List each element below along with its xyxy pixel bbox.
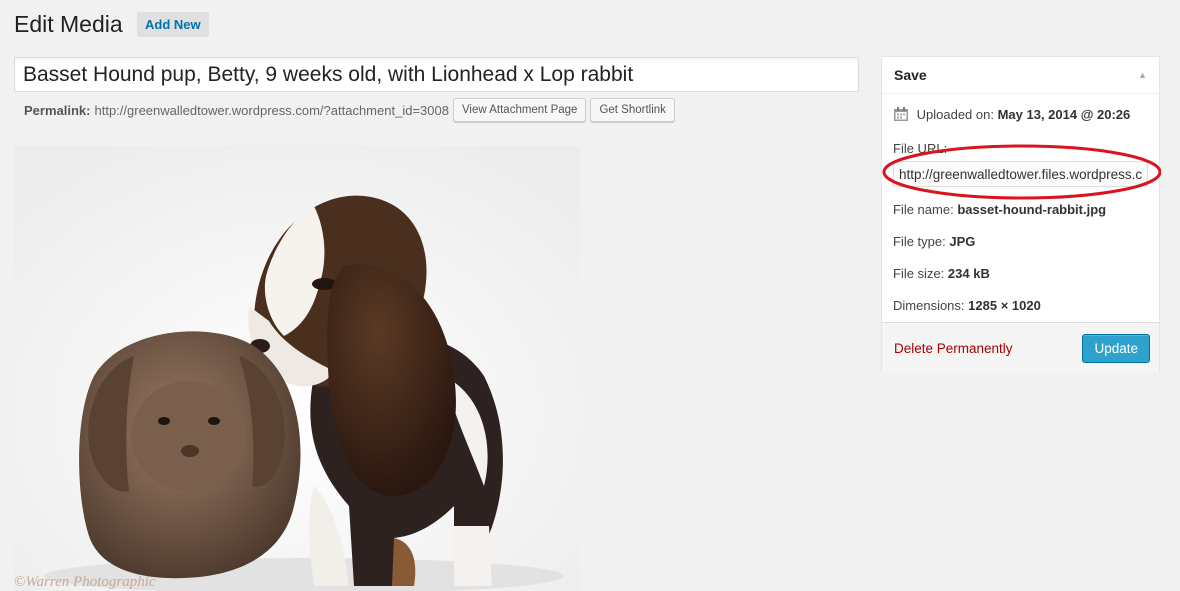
- permalink-label: Permalink:: [24, 102, 91, 118]
- uploaded-row: Uploaded on: May 13, 2014 @ 20:26: [893, 106, 1130, 125]
- file-size-row: File size: 234 kB: [893, 266, 990, 281]
- dimensions-label: Dimensions:: [893, 298, 965, 313]
- uploaded-label: Uploaded on:: [916, 107, 994, 122]
- file-url-field[interactable]: [893, 161, 1148, 187]
- calendar-icon: [893, 106, 909, 125]
- save-panel-header[interactable]: Save ▲: [882, 57, 1159, 94]
- file-type-label: File type:: [893, 234, 946, 249]
- file-name-value: basset-hound-rabbit.jpg: [957, 202, 1107, 217]
- title-input[interactable]: [14, 57, 859, 92]
- file-size-value: 234 kB: [947, 266, 990, 281]
- file-type-value: JPG: [949, 234, 976, 249]
- permalink-bar: Permalink: http://greenwalledtower.wordp…: [24, 98, 675, 122]
- file-name-row: File name: basset-hound-rabbit.jpg: [893, 202, 1106, 217]
- attachment-image: ©Warren Photographic: [14, 146, 580, 591]
- dimensions-value: 1285 × 1020: [968, 298, 1041, 313]
- file-type-row: File type: JPG: [893, 234, 975, 249]
- uploaded-value: May 13, 2014 @ 20:26: [997, 107, 1131, 122]
- watermark-text: ©Warren Photographic: [14, 574, 156, 590]
- page-title: Edit Media: [14, 11, 123, 37]
- view-attachment-page-button[interactable]: View Attachment Page: [452, 98, 587, 122]
- add-new-button[interactable]: Add New: [137, 12, 209, 37]
- collapse-arrow-icon[interactable]: ▲: [1138, 70, 1147, 80]
- save-panel-title: Save: [894, 67, 927, 83]
- update-button[interactable]: Update: [1082, 334, 1150, 363]
- file-size-label: File size:: [893, 266, 945, 281]
- save-panel-footer: Delete Permanently Update: [882, 322, 1159, 373]
- file-name-label: File name:: [893, 202, 954, 217]
- delete-permanently-link[interactable]: Delete Permanently: [894, 341, 1013, 356]
- file-url-label: File URL:: [893, 141, 948, 156]
- dimensions-row: Dimensions: 1285 × 1020: [893, 298, 1041, 313]
- save-panel: Save ▲ Uploaded on: May 13, 2014 @ 20:26…: [881, 56, 1161, 373]
- permalink-url[interactable]: http://greenwalledtower.wordpress.com/?a…: [94, 103, 448, 118]
- get-shortlink-button[interactable]: Get Shortlink: [590, 98, 675, 122]
- photo-illustration: [14, 146, 580, 591]
